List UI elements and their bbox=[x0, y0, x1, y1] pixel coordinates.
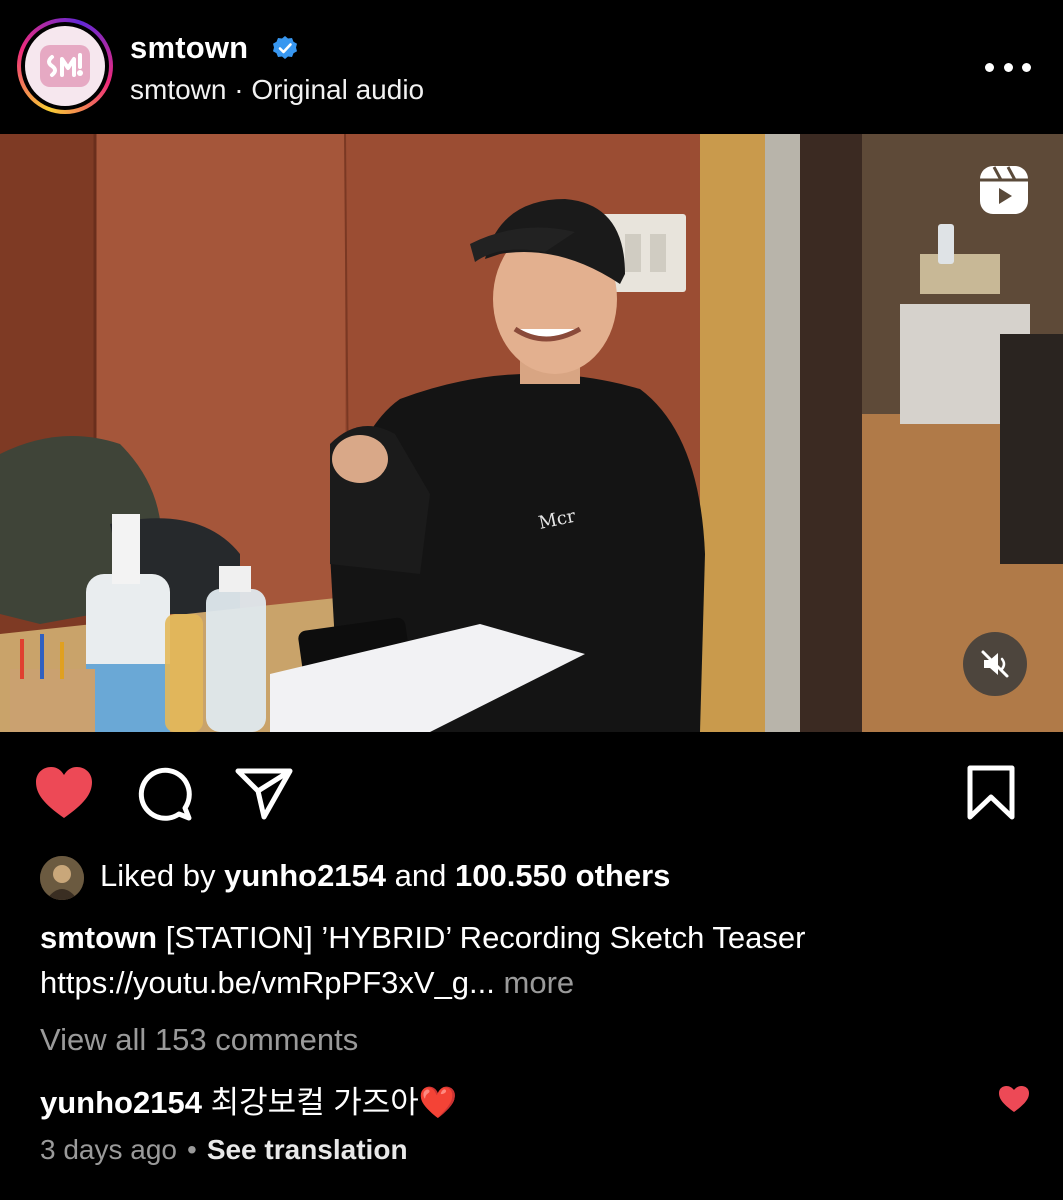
caption-link-line: https://youtu.be/vmRpPF3xV_g... more bbox=[40, 965, 574, 1001]
caption-username[interactable]: smtown bbox=[40, 920, 157, 955]
caption-link[interactable]: https://youtu.be/vmRpPF3xV_g... bbox=[40, 965, 495, 1000]
top-comment: yunho2154 최강보컬 가즈아❤️ bbox=[40, 1077, 457, 1122]
caption-text: [STATION] ’HYBRID’ Recording Sketch Teas… bbox=[157, 920, 806, 955]
likes-count[interactable]: 100.550 others bbox=[455, 858, 670, 893]
likes-summary: Liked by yunho2154 and 100.550 others bbox=[100, 858, 670, 894]
video-frame: Mcr bbox=[0, 134, 1063, 732]
more-options-button[interactable] bbox=[985, 55, 1031, 79]
heart-icon[interactable] bbox=[34, 766, 94, 820]
caption: smtown [STATION] ’HYBRID’ Recording Sket… bbox=[40, 920, 805, 956]
original-audio-link[interactable]: smtown · Original audio bbox=[130, 74, 424, 106]
comment-username[interactable]: yunho2154 bbox=[40, 1085, 202, 1120]
likes-middle: and bbox=[386, 858, 455, 893]
share-icon[interactable] bbox=[234, 765, 294, 821]
post-header: smtown smtown · Original audio bbox=[0, 0, 1063, 134]
meta-separator: • bbox=[187, 1134, 197, 1165]
comment-text: 최강보컬 가즈아❤️ bbox=[201, 1085, 458, 1120]
mute-toggle-button[interactable] bbox=[963, 632, 1027, 696]
mute-icon bbox=[981, 650, 1009, 678]
caption-more-button[interactable]: more bbox=[495, 965, 575, 1000]
view-all-comments-link[interactable]: View all 153 comments bbox=[40, 1022, 358, 1058]
more-dots-icon bbox=[985, 62, 994, 72]
reel-video[interactable]: Mcr bbox=[0, 134, 1063, 732]
liker-avatar-image bbox=[40, 856, 84, 900]
comment-icon[interactable] bbox=[135, 764, 193, 822]
profile-avatar[interactable] bbox=[17, 18, 113, 114]
comment-like-heart-icon[interactable] bbox=[998, 1085, 1030, 1113]
post-time: 3 days ago bbox=[40, 1134, 177, 1165]
post-username[interactable]: smtown bbox=[130, 30, 248, 66]
see-translation-button[interactable]: See translation bbox=[207, 1134, 408, 1165]
bookmark-icon[interactable] bbox=[966, 765, 1016, 821]
liker-username[interactable]: yunho2154 bbox=[224, 858, 386, 893]
reels-icon bbox=[980, 166, 1028, 214]
post-meta: 3 days ago • See translation bbox=[40, 1134, 408, 1166]
smtown-logo-icon bbox=[40, 45, 90, 87]
likes-prefix: Liked by bbox=[100, 858, 225, 893]
verified-badge-icon bbox=[273, 36, 297, 59]
liker-avatar[interactable] bbox=[40, 856, 84, 900]
